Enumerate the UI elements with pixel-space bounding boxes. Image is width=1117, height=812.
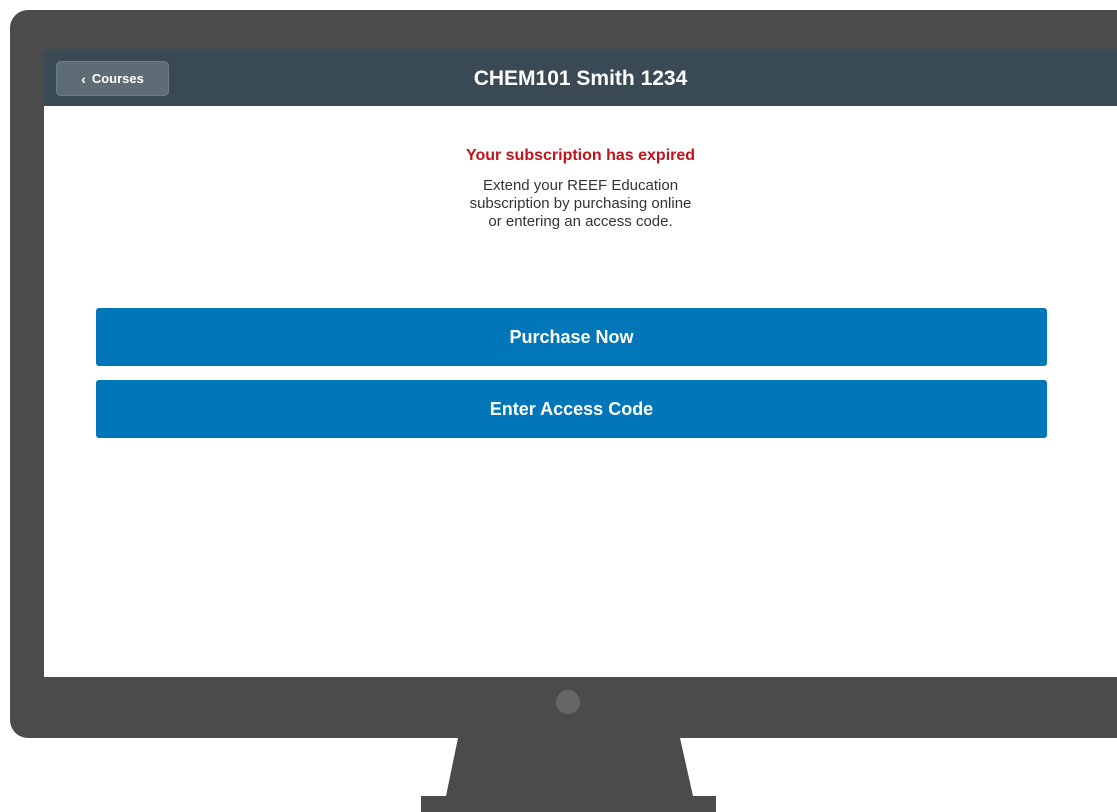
monitor-illustration: CHEM101 Smith 1234 ‹ Courses Your subscr… — [0, 0, 1117, 812]
back-to-courses-button[interactable]: ‹ Courses — [56, 61, 169, 96]
monitor-screen: CHEM101 Smith 1234 ‹ Courses Your subscr… — [44, 50, 1117, 677]
chevron-left-icon: ‹ — [81, 70, 86, 87]
message-line: or entering an access code. — [488, 213, 673, 230]
purchase-now-button[interactable]: Purchase Now — [96, 308, 1047, 366]
subscription-message: Extend your REEF Education subscription … — [44, 177, 1117, 231]
monitor-stand-base — [421, 796, 716, 812]
subscription-expired-heading: Your subscription has expired — [465, 147, 696, 164]
app-header: CHEM101 Smith 1234 ‹ Courses — [44, 50, 1117, 106]
back-button-label: Courses — [91, 71, 144, 86]
enter-access-code-button[interactable]: Enter Access Code — [96, 380, 1047, 438]
message-line: subscription by purchasing online — [469, 195, 692, 212]
message-line: Extend your REEF Education — [482, 177, 679, 194]
monitor-stand-neck — [446, 738, 693, 796]
monitor-power-dot — [556, 690, 580, 714]
course-title: CHEM101 Smith 1234 — [473, 67, 688, 90]
